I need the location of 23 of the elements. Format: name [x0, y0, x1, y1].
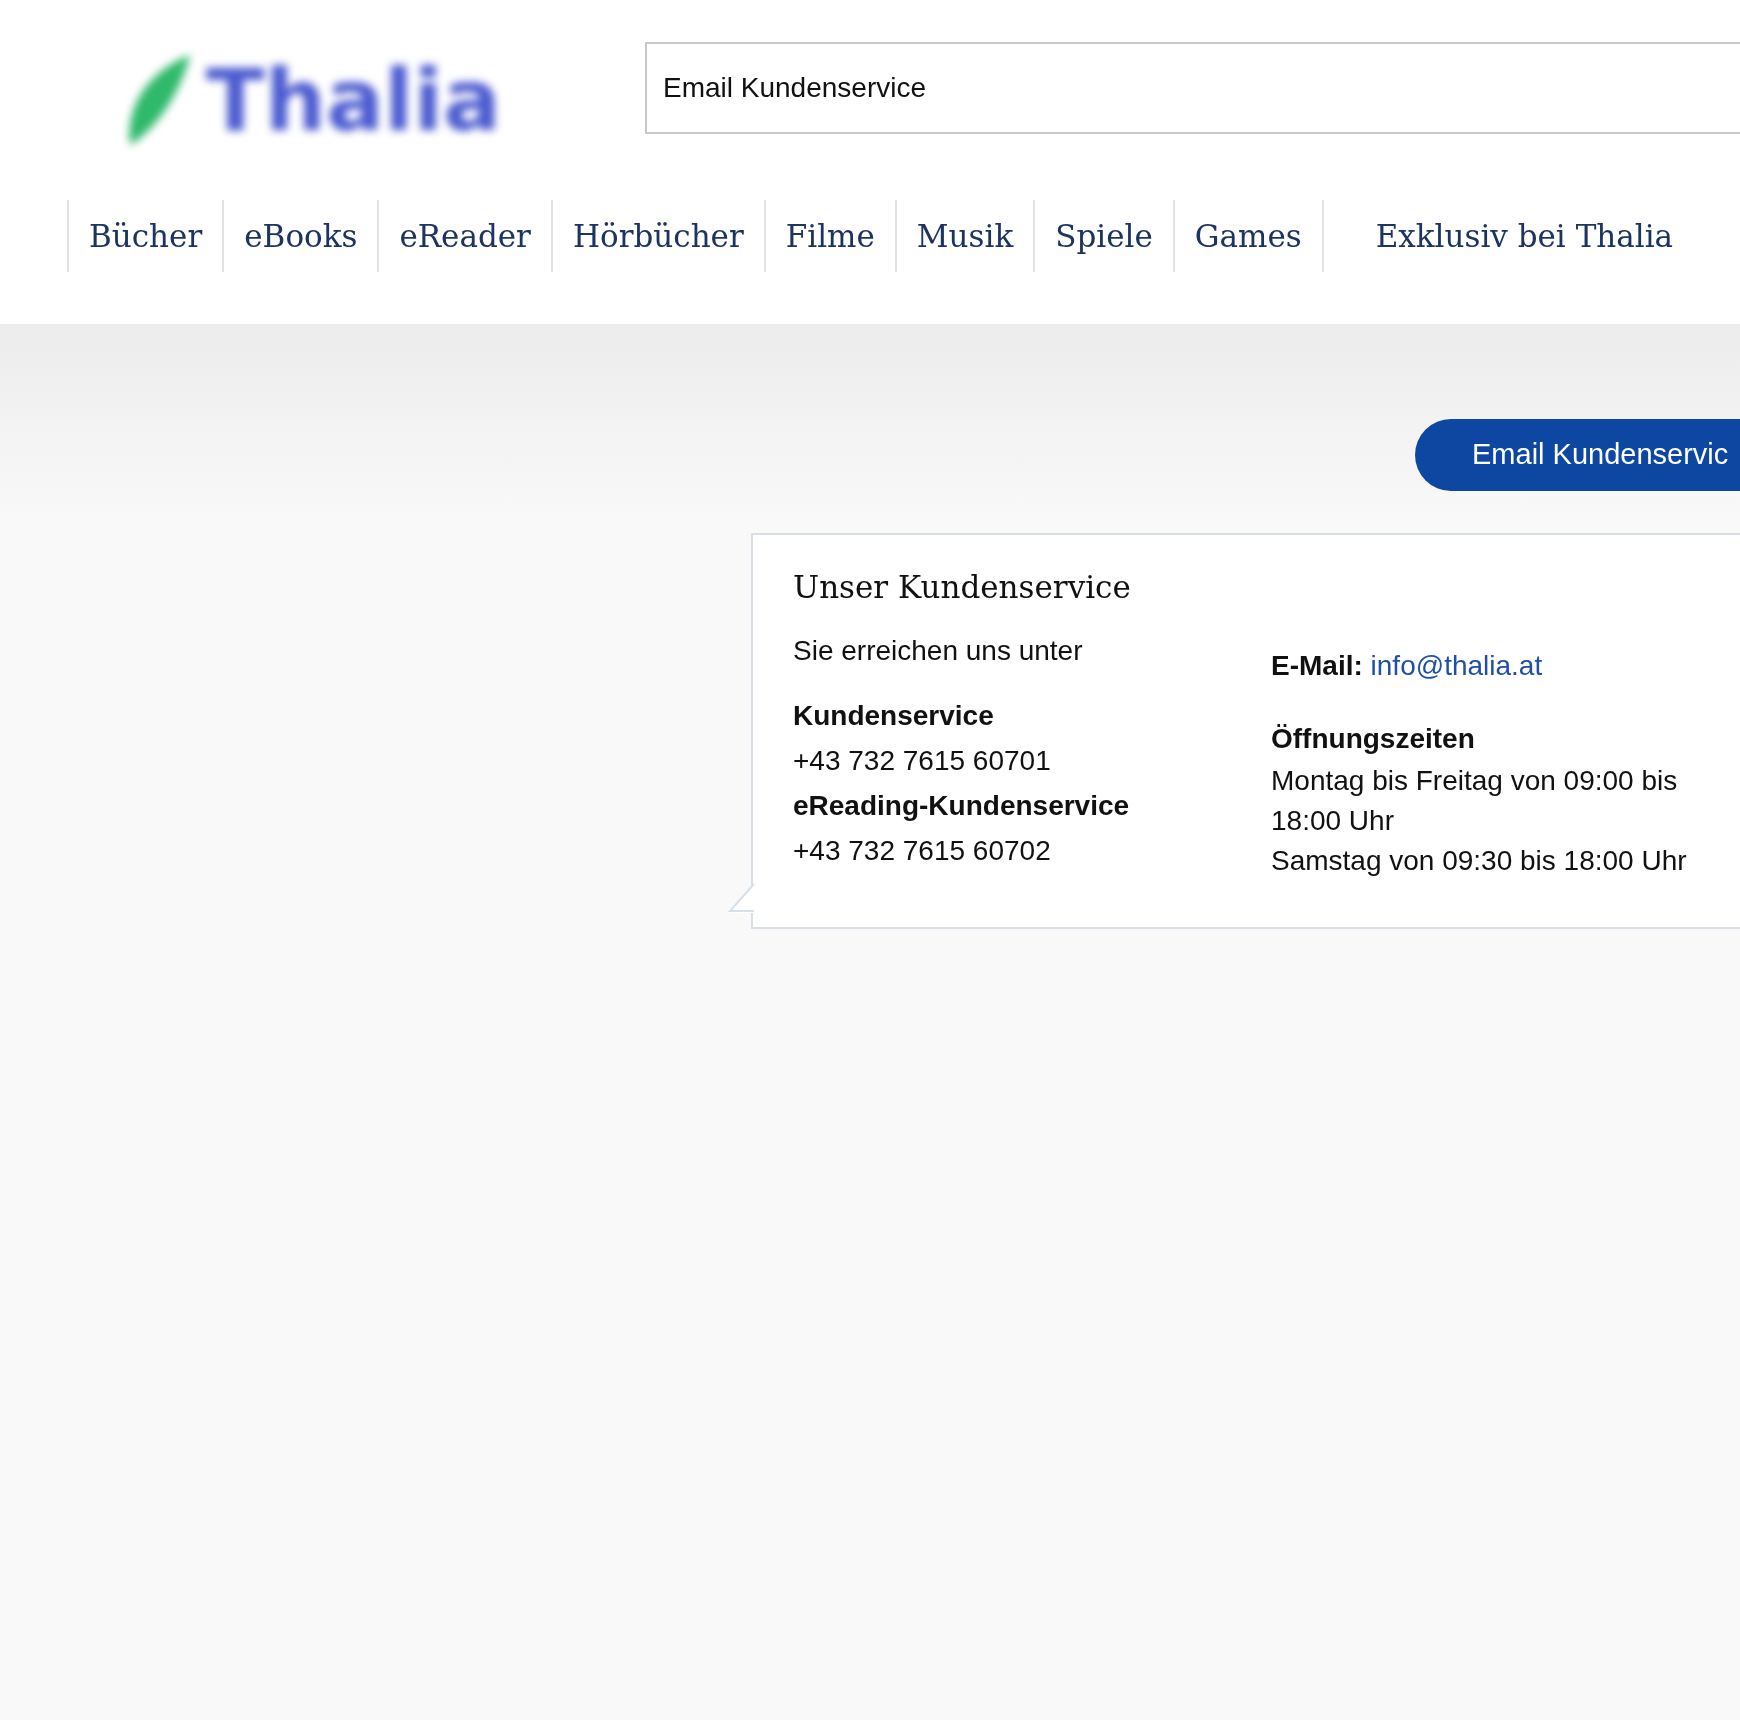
email-service-button[interactable]: Email Kundenservic	[1415, 419, 1740, 491]
phone-number: +43 732 7615 60702	[793, 834, 1052, 869]
nav-link[interactable]: eBooks	[222, 200, 378, 272]
nav-link[interactable]: Spiele	[1033, 200, 1173, 272]
email-link[interactable]: info@thalia.at	[1370, 650, 1543, 681]
contact-label: Kundenservice	[793, 699, 995, 734]
logo[interactable]: Thalia	[206, 57, 501, 143]
card-title: Unser Kundenservice	[793, 569, 1132, 607]
hours-title: Öffnungszeiten	[1271, 722, 1476, 756]
nav-link[interactable]: Exklusiv bei Thalia	[1321, 200, 1694, 272]
nav-link[interactable]: Games	[1172, 200, 1322, 272]
phone-number: +43 732 7615 60701	[793, 744, 1052, 779]
intro-text: Sie erreichen uns unter	[793, 634, 1084, 669]
nav-link[interactable]: Hörbücher	[550, 200, 764, 272]
contact-label: eReading-Kundenservice	[793, 789, 1131, 824]
hours-text: Samstag von 09:30 bis 18:00 Uhr	[1271, 844, 1688, 878]
nav-link[interactable]: Bücher	[67, 200, 223, 272]
search-field[interactable]: Email Kundenservice	[645, 42, 1740, 134]
hours-text: Montag bis Freitag von 09:00 bis 18:00 Uhr	[1271, 764, 1679, 838]
nav-link[interactable]: eReader	[377, 200, 551, 272]
nav-link[interactable]: Musik	[894, 200, 1034, 272]
nav-link[interactable]: Filme	[763, 200, 895, 272]
email-label: E-Mail:	[1271, 650, 1363, 681]
